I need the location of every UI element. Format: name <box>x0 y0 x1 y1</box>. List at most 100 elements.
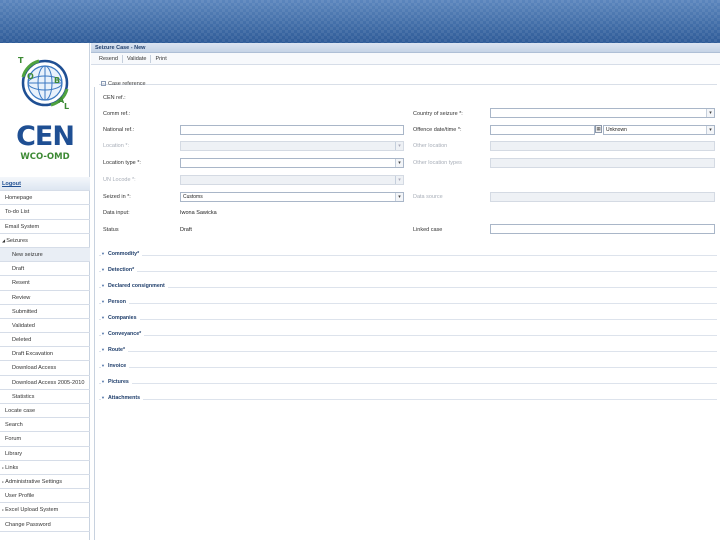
section-toggle-companies[interactable]: ▼ Companies <box>101 315 140 321</box>
sidebar-item-label: Locate case <box>5 408 36 414</box>
sidebar-item-links[interactable]: ▹ Links <box>0 461 90 475</box>
print-button[interactable]: Print <box>151 55 170 63</box>
sidebar-item-submitted[interactable]: Submitted <box>0 305 90 319</box>
sidebar-item-seizures[interactable]: ◢ Seizures <box>0 234 90 248</box>
sidebar-item-label: Email System <box>5 223 40 230</box>
sidebar-item-validated[interactable]: Validated <box>0 319 90 334</box>
expand-triangle-icon: ▼ <box>101 379 105 384</box>
logo-letter: T <box>18 56 24 65</box>
calendar-icon[interactable]: ▦ <box>595 125 602 133</box>
sidebar-item-excel-upload-system[interactable]: ▹ Excel Upload System <box>0 503 90 518</box>
section-label: Pictures <box>107 379 129 385</box>
sidebar-item-label: Download Access 2005-2010 <box>12 379 85 386</box>
sidebar-item-label: To-do List <box>5 209 30 216</box>
section-toggle-detection[interactable]: ▼ Detection* <box>101 267 138 273</box>
sidebar-item-draft-excavation[interactable]: Draft Excavation <box>0 347 90 362</box>
status-label: Status <box>103 227 119 233</box>
chevron-down-icon: ▾ <box>395 176 403 184</box>
section-rule <box>99 271 717 272</box>
country-of-seizure-select[interactable]: ▾ <box>490 108 715 118</box>
sidebar-item-deleted[interactable]: Deleted <box>0 333 90 348</box>
chevron-down-icon: ▾ <box>395 193 403 201</box>
seized-in-select[interactable]: Customs ▾ <box>180 192 404 202</box>
sidebar-item-label: Administrative Settings <box>5 478 63 485</box>
section-label: Commodity* <box>107 251 140 257</box>
sidebar-item-statistics[interactable]: Statistics <box>0 390 90 404</box>
sidebar-item-label: Homepage <box>5 195 33 202</box>
country-of-seizure-label: Country of seizure *: <box>413 111 463 117</box>
sidebar-item-label: Deleted <box>12 337 32 344</box>
sidebar-item-change-password[interactable]: Change Password <box>0 518 90 532</box>
location-select[interactable]: ▾ <box>180 141 404 151</box>
sidebar-item-email-system[interactable]: Email System <box>0 220 90 234</box>
national-ref-input[interactable] <box>180 125 404 135</box>
sidebar-item-library[interactable]: Library <box>0 447 90 461</box>
sidebar-item-resent[interactable]: Resent <box>0 276 90 291</box>
cen-ref-label: CEN ref.: <box>103 95 126 101</box>
section-label: Attachments <box>107 395 141 401</box>
expand-triangle-icon: ▼ <box>101 283 105 288</box>
section-toggle-pictures[interactable]: ▼ Pictures <box>101 379 132 385</box>
sidebar-item-forum[interactable]: Forum <box>0 432 90 447</box>
sidebar-item-homepage[interactable]: Homepage <box>0 191 90 206</box>
logo-letter: O <box>27 72 34 81</box>
sidebar-item-label: Draft <box>12 266 25 273</box>
chevron-down-icon: ▾ <box>706 109 714 117</box>
sidebar-item-label: Logout <box>2 181 21 187</box>
sidebar-item-new-seizure[interactable]: New seizure <box>0 247 90 263</box>
sidebar-item-administrative-settings[interactable]: ▹ Administrative Settings <box>0 475 90 490</box>
offence-time-select[interactable]: Unknown ▾ <box>603 125 715 135</box>
sidebar-nav: Logout Homepage To-do List Email System ◢ Se… <box>0 177 90 532</box>
logo-letter: B <box>54 76 60 85</box>
sidebar-item-label: Library <box>5 450 23 457</box>
section-toggle-commodity[interactable]: ▼ Commodity* <box>101 251 143 257</box>
sidebar-item-download-access-2005-2010[interactable]: Download Access 2005-2010 <box>0 376 90 390</box>
sidebar-item-to-do-list[interactable]: To-do List <box>0 205 90 220</box>
sidebar-item-label: Draft Excavation <box>12 351 54 358</box>
sidebar-item-label: Forum <box>5 436 22 443</box>
case-reference-label: Case reference <box>108 81 146 87</box>
sidebar-item-download-access[interactable]: Download Access <box>0 361 90 376</box>
linked-case-input[interactable] <box>490 224 715 234</box>
sidebar: T O B A L CEN WCO-OMD Logout Homepage To-d… <box>0 43 90 540</box>
section-label: Person <box>107 299 126 305</box>
other-location-input[interactable] <box>490 141 715 151</box>
expand-triangle-icon: ▼ <box>101 347 105 352</box>
data-input-label: Data input: <box>103 210 130 216</box>
un-locode-select[interactable]: ▾ <box>180 175 404 185</box>
sidebar-item-logout[interactable]: Logout <box>0 177 90 192</box>
section-toggle-person[interactable]: ▼ Person <box>101 299 129 305</box>
sidebar-item-locate-case[interactable]: Locate case <box>0 404 90 419</box>
section-toggle-route[interactable]: ▼ Route* <box>101 347 129 353</box>
section-toggle-attachments[interactable]: ▼ Attachments <box>101 395 144 401</box>
sidebar-item-review[interactable]: Review <box>0 291 90 305</box>
chevron-down-icon: ▾ <box>706 126 714 134</box>
section-rule <box>99 255 717 256</box>
section-toggle-declared-consignment[interactable]: ▼ Declared consignment <box>101 283 168 289</box>
location-label: Location *: <box>103 143 129 149</box>
validate-button[interactable]: Validate <box>123 54 152 63</box>
logo-letter: L <box>64 102 69 111</box>
sidebar-item-label: Statistics <box>12 393 35 400</box>
resend-button[interactable]: Resend <box>95 54 123 63</box>
section-toggle-conveyance[interactable]: ▼ Conveyance* <box>101 331 145 337</box>
data-source-input[interactable] <box>490 192 715 202</box>
location-type-select[interactable]: ▾ <box>180 158 404 168</box>
other-location-types-input[interactable] <box>490 158 715 168</box>
expand-triangle-icon: ▼ <box>101 299 105 304</box>
section-label: Companies <box>107 315 137 321</box>
case-reference-toggle[interactable]: − Case reference <box>101 81 146 87</box>
sidebar-item-user-profile[interactable]: User Profile <box>0 489 90 504</box>
comm-ref-label: Comm ref.: <box>103 111 131 117</box>
status-value: Draft <box>180 227 192 233</box>
data-source-label: Data source <box>413 194 443 200</box>
sidebar-item-draft[interactable]: Draft <box>0 262 90 277</box>
section-label: Route* <box>107 347 126 353</box>
sidebar-item-label: Change Password <box>5 521 51 528</box>
sidebar-item-search[interactable]: Search <box>0 418 90 433</box>
national-ref-label: National ref.: <box>103 127 135 133</box>
section-toggle-invoice[interactable]: ▼ Invoice <box>101 363 130 369</box>
sidebar-item-label: Seizures <box>6 237 28 244</box>
section-label: Detection* <box>107 267 135 273</box>
offence-date-input[interactable] <box>490 125 595 135</box>
